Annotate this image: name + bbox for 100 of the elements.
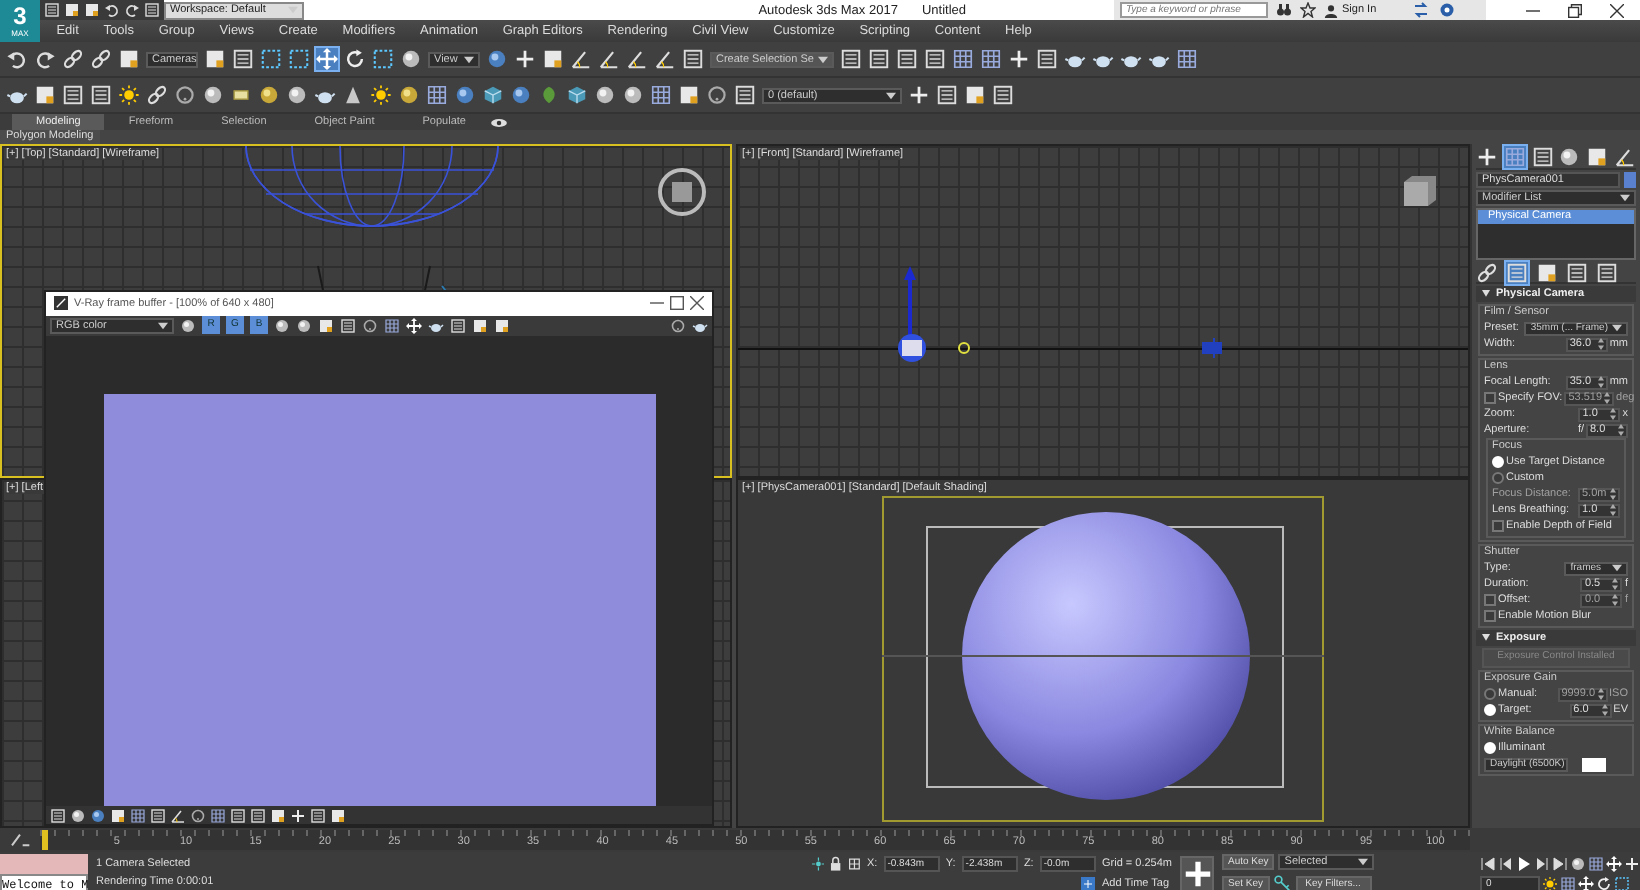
list-icon[interactable] bbox=[44, 2, 60, 18]
angle-icon[interactable] bbox=[170, 807, 186, 824]
leaf-icon[interactable] bbox=[538, 84, 560, 106]
plus-icon[interactable] bbox=[514, 48, 536, 70]
list-icon[interactable] bbox=[734, 84, 756, 106]
maxscript-field[interactable] bbox=[0, 853, 88, 873]
plus-icon[interactable] bbox=[1476, 146, 1498, 168]
square-icon[interactable] bbox=[34, 84, 56, 106]
lock-icon[interactable] bbox=[830, 855, 843, 871]
square-icon[interactable] bbox=[678, 84, 700, 106]
close-icon[interactable] bbox=[690, 296, 704, 311]
angle-icon[interactable] bbox=[1613, 146, 1636, 168]
time-tag-icon[interactable] bbox=[1080, 875, 1096, 890]
ring-icon[interactable] bbox=[706, 84, 728, 106]
dotted-frame-icon[interactable] bbox=[1614, 875, 1630, 890]
checkbox[interactable] bbox=[1484, 610, 1496, 622]
list-icon[interactable] bbox=[310, 807, 326, 824]
sun-icon[interactable] bbox=[118, 84, 140, 106]
square-icon[interactable] bbox=[318, 317, 334, 334]
sphere-icon[interactable] bbox=[1570, 855, 1586, 871]
cube-icon[interactable] bbox=[482, 84, 504, 106]
square-icon[interactable] bbox=[494, 317, 510, 334]
chain-link-icon[interactable] bbox=[1476, 261, 1498, 283]
grid-icon[interactable] bbox=[848, 855, 862, 871]
radio-button[interactable] bbox=[1492, 472, 1504, 484]
cross-arrows-icon[interactable] bbox=[406, 317, 422, 334]
sphere-icon[interactable] bbox=[398, 84, 420, 106]
plus-icon[interactable] bbox=[290, 807, 306, 824]
color-swatch[interactable] bbox=[1582, 757, 1606, 771]
list-icon[interactable] bbox=[450, 317, 466, 334]
square-icon[interactable] bbox=[64, 2, 80, 18]
grid-icon[interactable] bbox=[130, 807, 146, 824]
list-icon[interactable] bbox=[62, 84, 84, 106]
list-icon[interactable] bbox=[1566, 261, 1588, 283]
sphere-icon[interactable] bbox=[1558, 146, 1581, 168]
list-icon[interactable] bbox=[924, 48, 946, 70]
plus-icon[interactable] bbox=[1624, 855, 1640, 871]
list-icon[interactable] bbox=[840, 48, 862, 70]
star-icon[interactable] bbox=[1300, 2, 1316, 18]
grid-icon[interactable] bbox=[1560, 875, 1576, 890]
square-icon[interactable] bbox=[472, 317, 488, 334]
grid-icon[interactable] bbox=[426, 84, 448, 106]
angle-icon[interactable] bbox=[598, 48, 620, 70]
chain-link-icon[interactable] bbox=[62, 48, 84, 70]
sun-icon[interactable] bbox=[1542, 875, 1558, 890]
dotted-frame-icon[interactable] bbox=[260, 48, 282, 70]
square-icon[interactable] bbox=[118, 48, 140, 70]
ring-icon[interactable] bbox=[174, 84, 196, 106]
curved-arrow-icon[interactable] bbox=[6, 48, 28, 70]
help-icon[interactable] bbox=[1438, 2, 1456, 18]
next-frame-icon[interactable] bbox=[1534, 855, 1550, 871]
list-icon[interactable] bbox=[1596, 261, 1618, 283]
list-icon[interactable] bbox=[896, 48, 918, 70]
eye-icon[interactable] bbox=[489, 117, 508, 127]
square-icon[interactable] bbox=[964, 84, 986, 106]
rectangle-icon[interactable] bbox=[230, 84, 252, 106]
grid-icon[interactable] bbox=[210, 807, 226, 824]
ring-icon[interactable] bbox=[670, 317, 686, 334]
checkbox[interactable] bbox=[1492, 520, 1504, 532]
list-icon[interactable] bbox=[682, 48, 704, 70]
square-icon[interactable] bbox=[542, 48, 564, 70]
grid-icon[interactable] bbox=[1588, 855, 1604, 871]
binoculars-icon[interactable] bbox=[1276, 2, 1292, 18]
circular-arrow-icon[interactable] bbox=[1596, 875, 1612, 890]
sphere-icon[interactable] bbox=[454, 84, 476, 106]
sphere-icon[interactable] bbox=[286, 84, 308, 106]
square-icon[interactable] bbox=[110, 807, 126, 824]
grid-icon[interactable] bbox=[980, 48, 1002, 70]
chain-link-icon[interactable] bbox=[146, 84, 168, 106]
square-icon[interactable] bbox=[270, 807, 286, 824]
cone-icon[interactable] bbox=[342, 84, 364, 106]
list-icon[interactable] bbox=[90, 84, 112, 106]
list-icon[interactable] bbox=[230, 807, 246, 824]
exchange-icon[interactable] bbox=[1412, 2, 1430, 18]
plus-icon[interactable] bbox=[908, 84, 930, 106]
object-color-swatch[interactable] bbox=[1624, 172, 1636, 188]
sphere-icon[interactable] bbox=[510, 84, 532, 106]
angle-icon[interactable] bbox=[570, 48, 592, 70]
viewcube-icon[interactable] bbox=[658, 168, 706, 216]
cross-arrows-icon[interactable] bbox=[1606, 855, 1622, 871]
angle-icon[interactable] bbox=[626, 48, 648, 70]
dotted-frame-icon[interactable] bbox=[288, 48, 310, 70]
square-icon[interactable] bbox=[1586, 146, 1609, 168]
cube-icon[interactable] bbox=[566, 84, 588, 106]
list-icon[interactable] bbox=[250, 807, 266, 824]
sphere-icon[interactable] bbox=[400, 48, 422, 70]
sphere-icon[interactable] bbox=[486, 48, 508, 70]
sun-icon[interactable] bbox=[370, 84, 392, 106]
grid-icon[interactable] bbox=[952, 48, 974, 70]
viewcube-icon[interactable] bbox=[1404, 176, 1436, 206]
sphere-icon[interactable] bbox=[594, 84, 616, 106]
list-icon[interactable] bbox=[1036, 48, 1058, 70]
go-start-icon[interactable] bbox=[1480, 855, 1496, 871]
grid-icon[interactable] bbox=[1176, 48, 1198, 70]
sphere-icon[interactable] bbox=[180, 317, 196, 334]
list-icon[interactable] bbox=[868, 48, 890, 70]
circular-arrow-icon[interactable] bbox=[344, 48, 366, 70]
grid-icon[interactable] bbox=[384, 317, 400, 334]
list-icon[interactable] bbox=[232, 48, 254, 70]
square-icon[interactable] bbox=[1536, 261, 1558, 283]
